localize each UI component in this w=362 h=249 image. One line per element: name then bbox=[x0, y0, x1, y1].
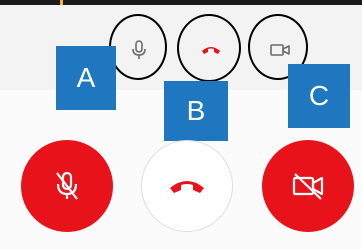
hang-up-button[interactable] bbox=[141, 140, 233, 232]
label-c: C bbox=[288, 64, 350, 128]
video-off-button[interactable] bbox=[262, 140, 354, 232]
annotation-circle bbox=[109, 14, 167, 80]
mini-hang-up-button[interactable] bbox=[177, 14, 241, 82]
annotation-circle bbox=[177, 14, 241, 82]
hang-up-icon bbox=[170, 181, 204, 193]
video-off-icon bbox=[292, 173, 324, 200]
microphone-off-icon bbox=[56, 171, 78, 200]
label-b: B bbox=[164, 81, 228, 141]
mini-mic-button[interactable] bbox=[109, 14, 167, 80]
label-a: A bbox=[56, 46, 116, 110]
mute-button[interactable] bbox=[21, 140, 113, 232]
